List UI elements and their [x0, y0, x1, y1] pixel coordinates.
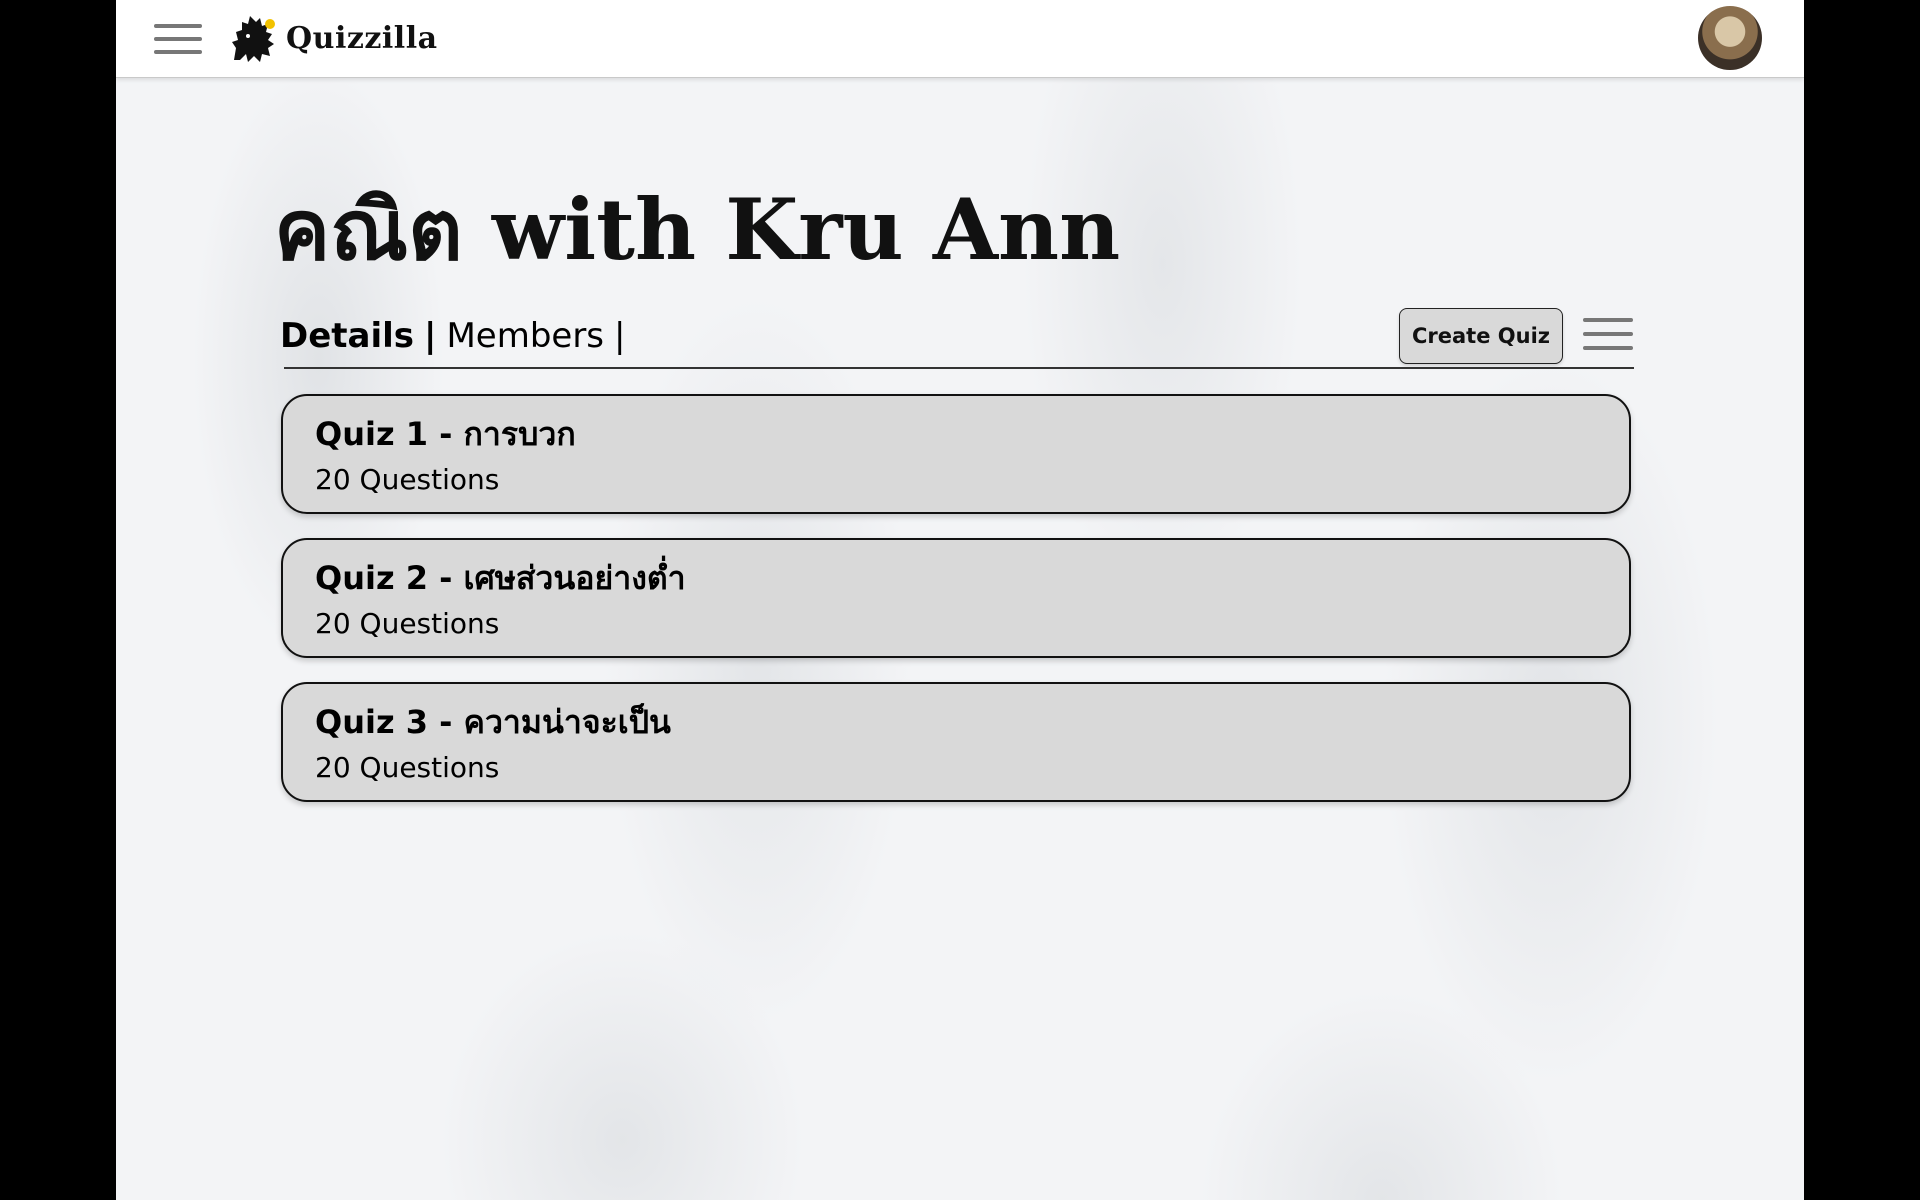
- quiz-title: Quiz 2 - เศษส่วนอย่างต่ำ: [315, 559, 686, 597]
- tab-separator: |: [424, 316, 437, 356]
- options-menu-icon[interactable]: [1583, 318, 1633, 350]
- user-avatar[interactable]: [1698, 6, 1762, 70]
- page-title: คณิต with Kru Ann: [274, 180, 1121, 279]
- quiz-question-count: 20 Questions: [315, 463, 500, 496]
- godzilla-logo-icon: [232, 16, 275, 62]
- quiz-card[interactable]: Quiz 3 - ความน่าจะเป็น 20 Questions: [281, 682, 1631, 802]
- quiz-card[interactable]: Quiz 1 - การบวก 20 Questions: [281, 394, 1631, 514]
- quiz-title: Quiz 3 - ความน่าจะเป็น: [315, 703, 671, 741]
- quiz-title: Quiz 1 - การบวก: [315, 415, 576, 453]
- app-logo[interactable]: Quizzilla: [226, 10, 438, 66]
- classroom-tabs: Details | Members |: [280, 314, 636, 358]
- quiz-card[interactable]: Quiz 2 - เศษส่วนอย่างต่ำ 20 Questions: [281, 538, 1631, 658]
- tabs-divider: [284, 367, 1634, 369]
- tab-details[interactable]: Details: [280, 314, 414, 358]
- app-window: Quizzilla คณิต with Kru Ann Details | Me…: [116, 0, 1804, 1200]
- tab-separator: |: [614, 316, 626, 356]
- tab-members[interactable]: Members: [446, 314, 604, 358]
- hamburger-menu-icon[interactable]: [154, 24, 202, 54]
- quiz-list: Quiz 1 - การบวก 20 Questions Quiz 2 - เศ…: [281, 394, 1631, 826]
- app-name: Quizzilla: [286, 20, 438, 56]
- top-bar: Quizzilla: [116, 0, 1804, 78]
- create-quiz-button[interactable]: Create Quiz: [1399, 308, 1563, 364]
- quiz-question-count: 20 Questions: [315, 751, 500, 784]
- quiz-question-count: 20 Questions: [315, 607, 500, 640]
